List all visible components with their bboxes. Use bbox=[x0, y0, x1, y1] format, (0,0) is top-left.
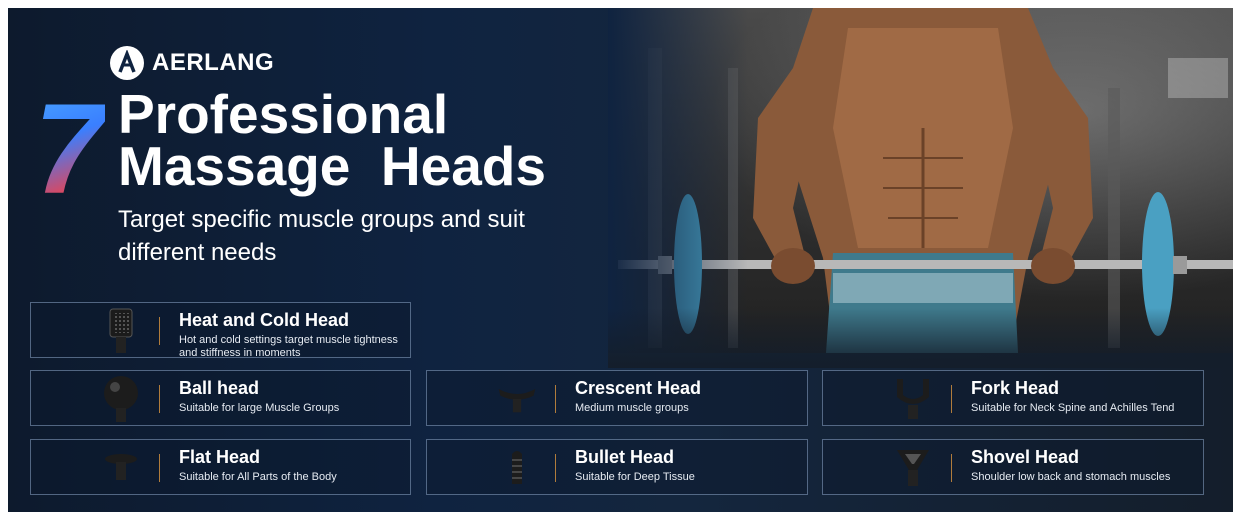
fork-head-icon bbox=[893, 379, 933, 419]
head-description: Hot and cold settings target muscle tigh… bbox=[179, 334, 398, 359]
card-divider bbox=[951, 454, 952, 482]
head-card-crescent: Crescent Head Medium muscle groups bbox=[426, 370, 808, 426]
card-divider bbox=[159, 454, 160, 482]
flat-head-icon bbox=[101, 448, 141, 488]
heads-count: 7 bbox=[34, 78, 106, 221]
head-description: Suitable for All Parts of the Body bbox=[179, 471, 337, 483]
crescent-head-icon bbox=[497, 379, 537, 419]
head-description: Suitable for Neck Spine and Achilles Ten… bbox=[971, 402, 1175, 414]
head-description: Medium muscle groups bbox=[575, 402, 689, 414]
photo-fade-bottom bbox=[608, 308, 1233, 368]
head-name: Flat Head bbox=[179, 447, 261, 467]
card-divider bbox=[159, 385, 160, 413]
photo-fade-left bbox=[608, 8, 748, 353]
bullet-head-icon bbox=[497, 448, 537, 488]
shovel-head-icon bbox=[893, 448, 933, 488]
brand: AERLANG bbox=[110, 46, 274, 80]
heat-cold-head-icon bbox=[101, 308, 141, 353]
ball-head-icon bbox=[101, 376, 141, 422]
head-card-ball: Ball head Suitable for large Muscle Grou… bbox=[30, 370, 411, 426]
title-line-2: Massage Heads bbox=[118, 135, 546, 197]
head-name: Heat and Cold Head bbox=[179, 310, 350, 330]
card-divider bbox=[555, 454, 556, 482]
title-line-1: Professional bbox=[118, 83, 449, 145]
head-card-flat: Flat Head Suitable for All Parts of the … bbox=[30, 439, 411, 495]
subtitle: Target specific muscle groups and suit d… bbox=[118, 206, 525, 266]
head-name: Fork Head bbox=[971, 378, 1060, 398]
head-description: Shoulder low back and stomach muscles bbox=[971, 471, 1171, 483]
card-divider bbox=[555, 385, 556, 413]
head-card-bullet: Bullet Head Suitable for Deep Tissue bbox=[426, 439, 808, 495]
head-description: Suitable for large Muscle Groups bbox=[179, 402, 340, 414]
page-title: Professional Massage Heads bbox=[118, 83, 546, 197]
head-card-fork: Fork Head Suitable for Neck Spine and Ac… bbox=[822, 370, 1204, 426]
head-description: Suitable for Deep Tissue bbox=[575, 471, 695, 483]
card-divider bbox=[159, 317, 160, 345]
product-banner: AERLANG 7 Professional Massage Heads Tar… bbox=[8, 8, 1233, 512]
card-divider bbox=[951, 385, 952, 413]
head-name: Crescent Head bbox=[575, 378, 702, 398]
head-card-shovel: Shovel Head Shoulder low back and stomac… bbox=[822, 439, 1204, 495]
head-name: Shovel Head bbox=[971, 447, 1080, 467]
brand-name: AERLANG bbox=[152, 49, 275, 76]
head-name: Ball head bbox=[179, 378, 260, 398]
aerlang-logo-icon bbox=[110, 46, 144, 80]
head-name: Bullet Head bbox=[575, 447, 675, 467]
head-card-heat-cold: Heat and Cold Head Hot and cold settings… bbox=[30, 302, 411, 359]
